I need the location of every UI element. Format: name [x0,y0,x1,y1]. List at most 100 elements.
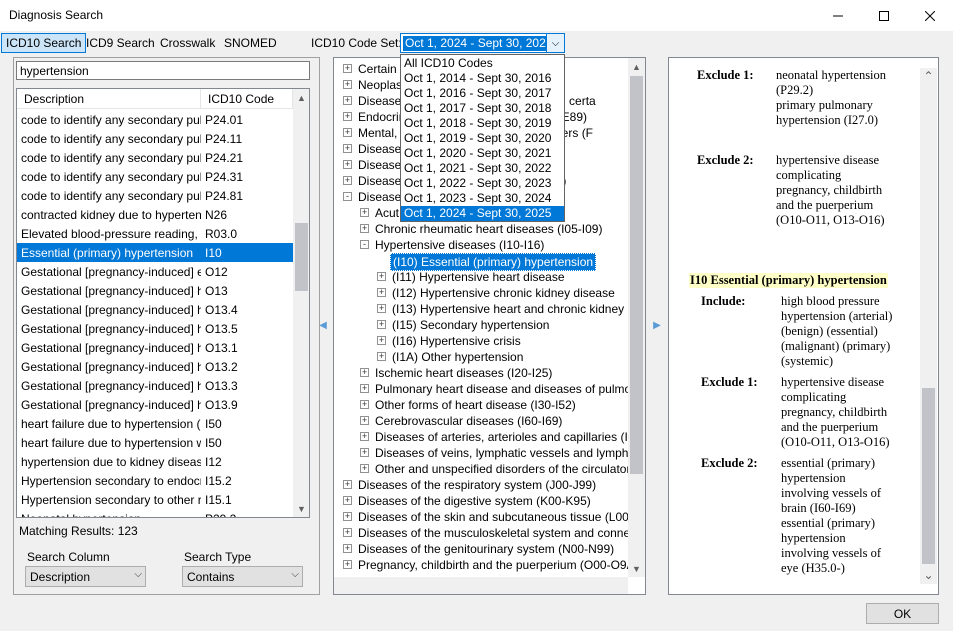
table-row[interactable]: Gestational [pregnancy-induced] hy... O13… [17,395,293,414]
expand-icon[interactable]: + [360,432,369,441]
scroll-thumb[interactable] [922,388,935,564]
expand-icon[interactable]: + [360,368,369,377]
expand-icon[interactable]: + [360,224,369,233]
scroll-down-icon[interactable]: ▼ [293,500,309,517]
scroll-up-icon[interactable]: ⌃ [920,68,937,85]
expand-icon[interactable]: + [343,96,352,105]
expand-icon[interactable]: + [377,352,386,361]
table-row[interactable]: Hypertension secondary to endocri... I15.… [17,471,293,490]
expand-icon[interactable]: + [343,128,352,137]
table-row[interactable]: contracted kidney due to hypertens... N26 [17,205,293,224]
expand-icon[interactable]: + [343,512,352,521]
table-row[interactable]: hypertension due to kidney disease... I12 [17,452,293,471]
codeset-option[interactable]: Oct 1, 2023 - Sept 30, 2024 [401,191,564,206]
tree-vscrollbar[interactable]: ▲ ▼ [628,58,645,577]
minimize-button[interactable] [815,0,861,31]
table-row[interactable]: code to identify any secondary pul... P24… [17,129,293,148]
table-row[interactable]: Gestational [pregnancy-induced] hy... O13… [17,376,293,395]
scroll-up-icon[interactable]: ▲ [293,89,309,106]
search-input[interactable] [16,61,310,80]
table-row[interactable]: Gestational [pregnancy-induced] hy... O13… [17,357,293,376]
expand-icon[interactable]: + [343,160,352,169]
detail-line: high blood pressure [781,294,880,308]
scroll-thumb[interactable] [295,223,308,291]
table-row[interactable]: Essential (primary) hypertension I10 [17,243,293,262]
table-row[interactable]: Elevated blood-pressure reading, wi... R0… [17,224,293,243]
expand-icon[interactable]: + [343,544,352,553]
tab-crosswalk[interactable]: Crosswalk [156,33,219,53]
expand-icon[interactable]: + [343,528,352,537]
table-row[interactable]: code to identify any secondary pul... P24… [17,186,293,205]
codeset-option[interactable]: Oct 1, 2014 - Sept 30, 2016 [401,71,564,86]
tree-hscrollbar[interactable] [334,577,628,594]
expand-icon[interactable]: + [360,208,369,217]
expand-icon[interactable]: + [377,272,386,281]
scroll-down-icon[interactable]: ▼ [628,560,645,577]
expand-icon[interactable]: + [360,464,369,473]
codeset-option[interactable]: Oct 1, 2017 - Sept 30, 2018 [401,101,564,116]
table-row[interactable]: Gestational [pregnancy-induced] ed... O12 [17,262,293,281]
collapse-left-icon[interactable]: ◀ [318,318,328,332]
table-row[interactable]: Hypertension secondary to other re... I15… [17,490,293,509]
expand-icon[interactable]: + [377,336,386,345]
expand-icon[interactable]: + [343,496,352,505]
row-code: P24.11 [205,132,243,146]
expand-icon[interactable]: + [360,448,369,457]
table-row[interactable]: Gestational [pregnancy-induced] hy... O13… [17,300,293,319]
table-row[interactable]: Gestational [pregnancy-induced] hy... O13 [17,281,293,300]
tab-snomed[interactable]: SNOMED [220,33,281,53]
expand-icon[interactable]: + [360,384,369,393]
row-code: I15.2 [205,474,232,488]
expand-icon[interactable]: + [343,144,352,153]
table-row[interactable]: code to identify any secondary pul... P24… [17,167,293,186]
expand-icon[interactable]: + [377,288,386,297]
codeset-option[interactable]: Oct 1, 2019 - Sept 30, 2020 [401,131,564,146]
scroll-up-icon[interactable]: ▲ [628,58,645,75]
scroll-thumb[interactable] [630,76,643,474]
expand-icon[interactable]: + [343,112,352,121]
codeset-dropdown-button[interactable]: ⌵ [546,33,565,53]
expand-icon[interactable]: + [377,320,386,329]
codeset-option[interactable]: Oct 1, 2021 - Sept 30, 2022 [401,161,564,176]
codeset-option[interactable]: Oct 1, 2016 - Sept 30, 2017 [401,86,564,101]
table-row[interactable]: Gestational [pregnancy-induced] hy... O13… [17,338,293,357]
expand-icon[interactable]: + [343,480,352,489]
ok-button[interactable]: OK [866,603,939,624]
search-type-select[interactable]: Contains ⌵ [182,566,303,587]
detail-scrollbar[interactable]: ⌃ ⌄ [920,68,937,584]
table-row[interactable]: Neonatal hypertension P29.2 [17,509,293,517]
table-row[interactable]: heart failure due to hypertension (I1...… [17,414,293,433]
codeset-option[interactable]: Oct 1, 2020 - Sept 30, 2021 [401,146,564,161]
codeset-option[interactable]: Oct 1, 2022 - Sept 30, 2023 [401,176,564,191]
row-code: I50 [205,417,222,431]
codeset-option[interactable]: Oct 1, 2018 - Sept 30, 2019 [401,116,564,131]
search-column-select[interactable]: Description ⌵ [25,566,146,587]
expand-icon[interactable]: + [343,176,352,185]
codeset-option[interactable]: Oct 1, 2024 - Sept 30, 2025 [401,206,564,221]
collapse-icon[interactable]: - [360,240,369,249]
table-row[interactable]: heart failure due to hypertension wit...… [17,433,293,452]
close-button[interactable] [907,0,953,31]
maximize-button[interactable] [861,0,907,31]
detail-line: and the puerperium [776,198,874,212]
table-row[interactable]: code to identify any secondary pul... P24… [17,110,293,129]
table-row[interactable]: code to identify any secondary pul... P24… [17,148,293,167]
results-scrollbar[interactable]: ▲ ▼ [293,89,309,517]
row-description: hypertension due to kidney disease... [21,455,201,469]
expand-icon[interactable]: + [343,560,352,569]
expand-icon[interactable]: + [360,416,369,425]
column-header-description[interactable]: Description [17,89,201,109]
codeset-option[interactable]: All ICD10 Codes [401,56,564,71]
codeset-select[interactable]: Oct 1, 2024 - Sept 30, 2025 [400,33,565,53]
expand-right-icon[interactable]: ▶ [652,318,662,332]
expand-icon[interactable]: + [343,80,352,89]
table-row[interactable]: Gestational [pregnancy-induced] hy... O13… [17,319,293,338]
expand-icon[interactable]: + [377,304,386,313]
expand-icon[interactable]: + [343,64,352,73]
expand-icon[interactable]: + [360,400,369,409]
column-header-code[interactable]: ICD10 Code [201,89,293,109]
tab-icd10-search[interactable]: ICD10 Search [1,33,87,53]
tab-icd9-search[interactable]: ICD9 Search [82,33,159,53]
collapse-icon[interactable]: - [343,192,352,201]
scroll-down-icon[interactable]: ⌄ [920,567,937,584]
